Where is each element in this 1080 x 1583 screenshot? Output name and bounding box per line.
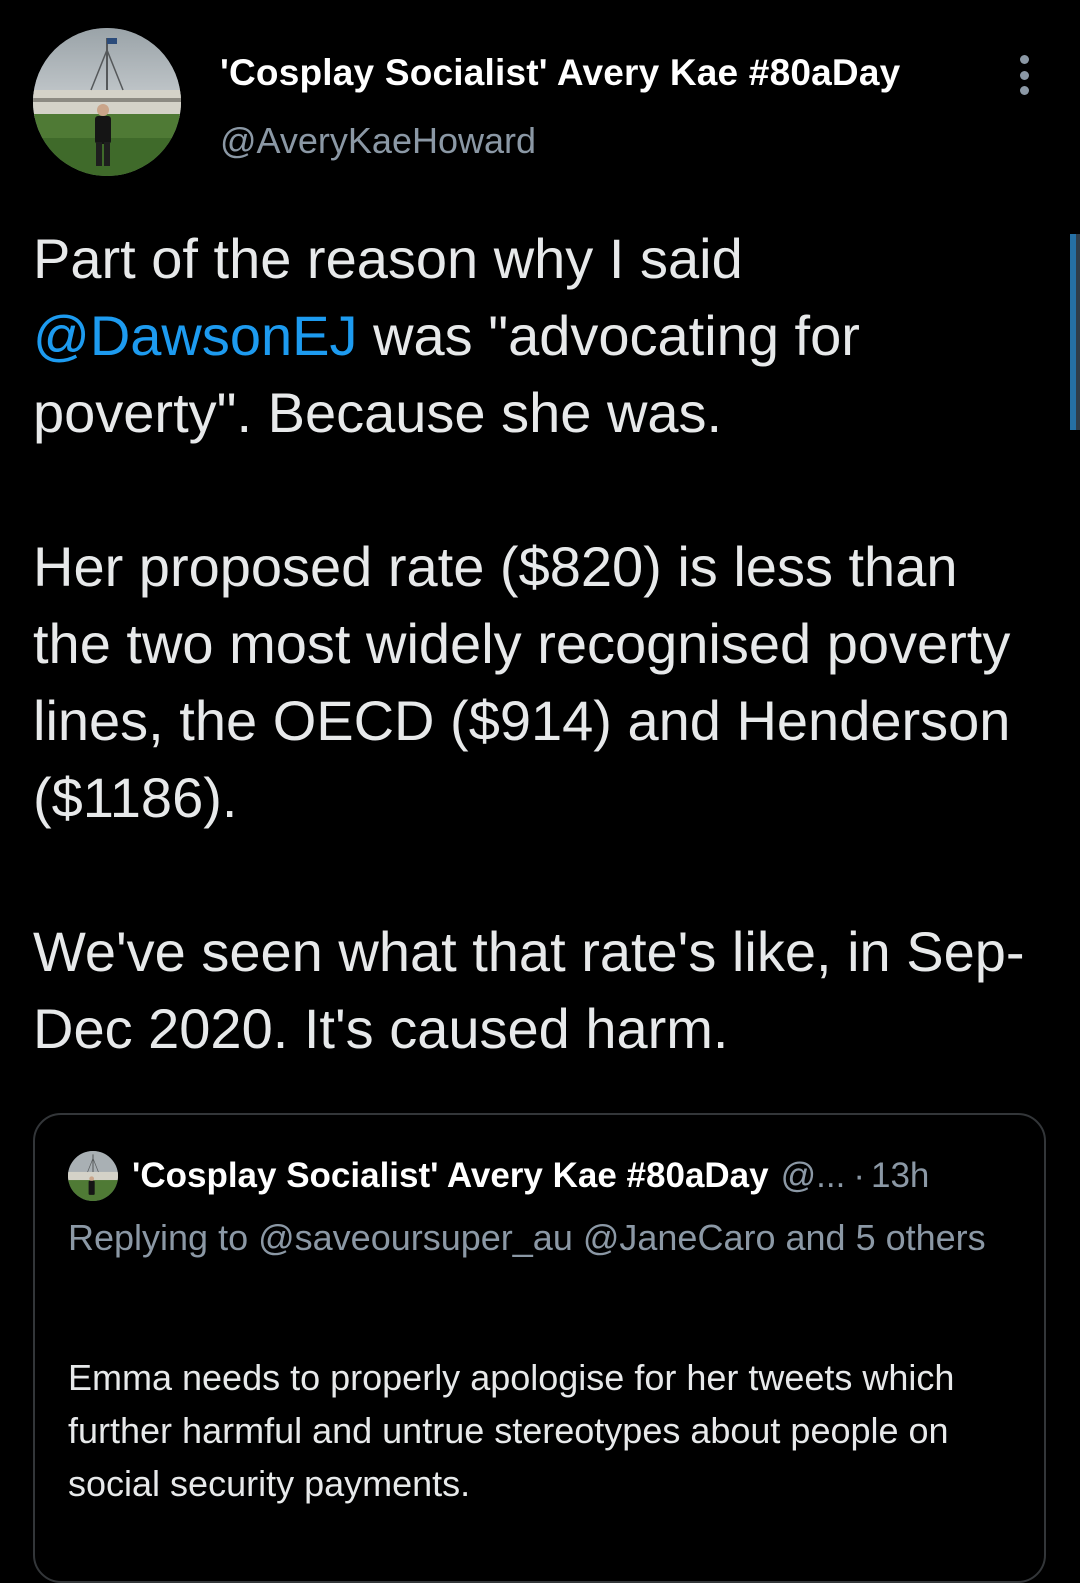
tweet-paragraph-2: Her proposed rate ($820) is less than th… <box>33 535 1011 829</box>
author-display-name[interactable]: 'Cosplay Socialist' Avery Kae #80aDay <box>220 52 900 94</box>
scrollbar-thumb[interactable] <box>1070 234 1076 430</box>
more-dot <box>1019 70 1029 80</box>
replying-to-suffix: and 5 others <box>775 1217 986 1258</box>
quoted-tweet-time: 13h <box>870 1156 930 1195</box>
quoted-author-handle: @... <box>780 1156 846 1195</box>
replying-to-prefix: Replying to <box>68 1217 259 1258</box>
tweet-text: Part of the reason why I said @DawsonEJ … <box>33 220 1043 1067</box>
quoted-author-display-name: 'Cosplay Socialist' Avery Kae #80aDay <box>132 1156 769 1195</box>
replying-to-handles: @saveoursuper_au @JaneCaro <box>258 1217 776 1258</box>
quoted-tweet-header: 'Cosplay Socialist' Avery Kae #80aDay @.… <box>68 1151 929 1201</box>
tweet-paragraph-1: Part of the reason why I said @DawsonEJ … <box>33 220 1043 451</box>
avatar-photo-image <box>68 1151 118 1201</box>
more-dot <box>1019 86 1029 95</box>
mention-link[interactable]: @DawsonEJ <box>33 304 358 367</box>
more-dot <box>1019 55 1029 64</box>
author-handle[interactable]: @AveryKaeHoward <box>220 120 536 162</box>
avatar-photo-image <box>33 28 181 176</box>
quoted-tweet-card[interactable]: 'Cosplay Socialist' Avery Kae #80aDay @.… <box>33 1113 1046 1583</box>
quoted-tweet-text: Emma needs to properly apologise for her… <box>68 1357 955 1504</box>
more-vertical-icon[interactable] <box>1006 53 1042 97</box>
tweet-paragraph-3: We've seen what that rate's like, in Sep… <box>33 920 1025 1060</box>
quoted-author-avatar <box>68 1151 118 1201</box>
replying-to-line: Replying to @saveoursuper_au @JaneCaro a… <box>68 1211 1008 1265</box>
separator-dot: · <box>853 1156 865 1195</box>
scrollbar[interactable] <box>1070 234 1080 430</box>
tweet-text-segment: Part of the reason why I said <box>33 227 743 290</box>
author-avatar[interactable] <box>33 28 181 176</box>
tweet-header: 'Cosplay Socialist' Avery Kae #80aDay @A… <box>33 28 1048 178</box>
